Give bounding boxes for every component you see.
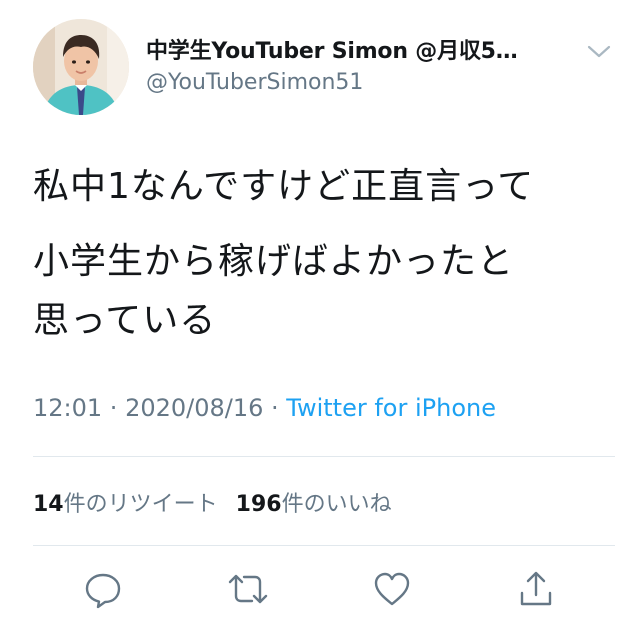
meta-separator: · — [102, 394, 126, 422]
tweet-time: 12:01 — [33, 394, 103, 422]
retweet-button[interactable] — [226, 567, 270, 611]
tweet-line: 小学生から稼げばよかったと — [33, 241, 515, 282]
tweet-date: 2020/08/16 — [125, 394, 264, 422]
likes-stat[interactable]: 196件のいいね — [236, 492, 392, 517]
tweet-line: 思っている — [33, 300, 217, 341]
author-display-name[interactable]: 中学生YouTuber Simon @月収5… — [146, 33, 518, 65]
tweet-line: 私中1なんですけど正直言って — [33, 166, 535, 207]
avatar[interactable] — [33, 19, 129, 115]
author-handle[interactable]: @YouTuberSimon51 — [146, 70, 363, 95]
heart-icon — [374, 572, 410, 606]
tweet-meta: 12:01 · 2020/08/16 · Twitter for iPhone — [33, 394, 496, 422]
share-icon — [520, 571, 552, 606]
divider — [33, 456, 615, 457]
retweet-icon — [228, 574, 268, 604]
retweets-stat[interactable]: 14件のリツイート — [33, 492, 218, 517]
tweet-source-link[interactable]: Twitter for iPhone — [286, 394, 496, 422]
like-button[interactable] — [370, 567, 414, 611]
likes-label: 件のいいね — [281, 492, 392, 517]
chevron-down-icon[interactable] — [585, 40, 613, 64]
reply-icon — [85, 573, 121, 609]
retweets-label: 件のリツイート — [63, 492, 218, 517]
tweet-stats: 14件のリツイート 196件のいいね — [33, 486, 392, 518]
share-button[interactable] — [514, 567, 558, 611]
reply-button[interactable] — [81, 567, 125, 611]
retweets-count: 14 — [33, 492, 64, 517]
profile-photo-icon — [33, 19, 129, 115]
likes-count: 196 — [235, 492, 282, 517]
divider — [33, 545, 615, 546]
meta-separator: · — [263, 394, 287, 422]
